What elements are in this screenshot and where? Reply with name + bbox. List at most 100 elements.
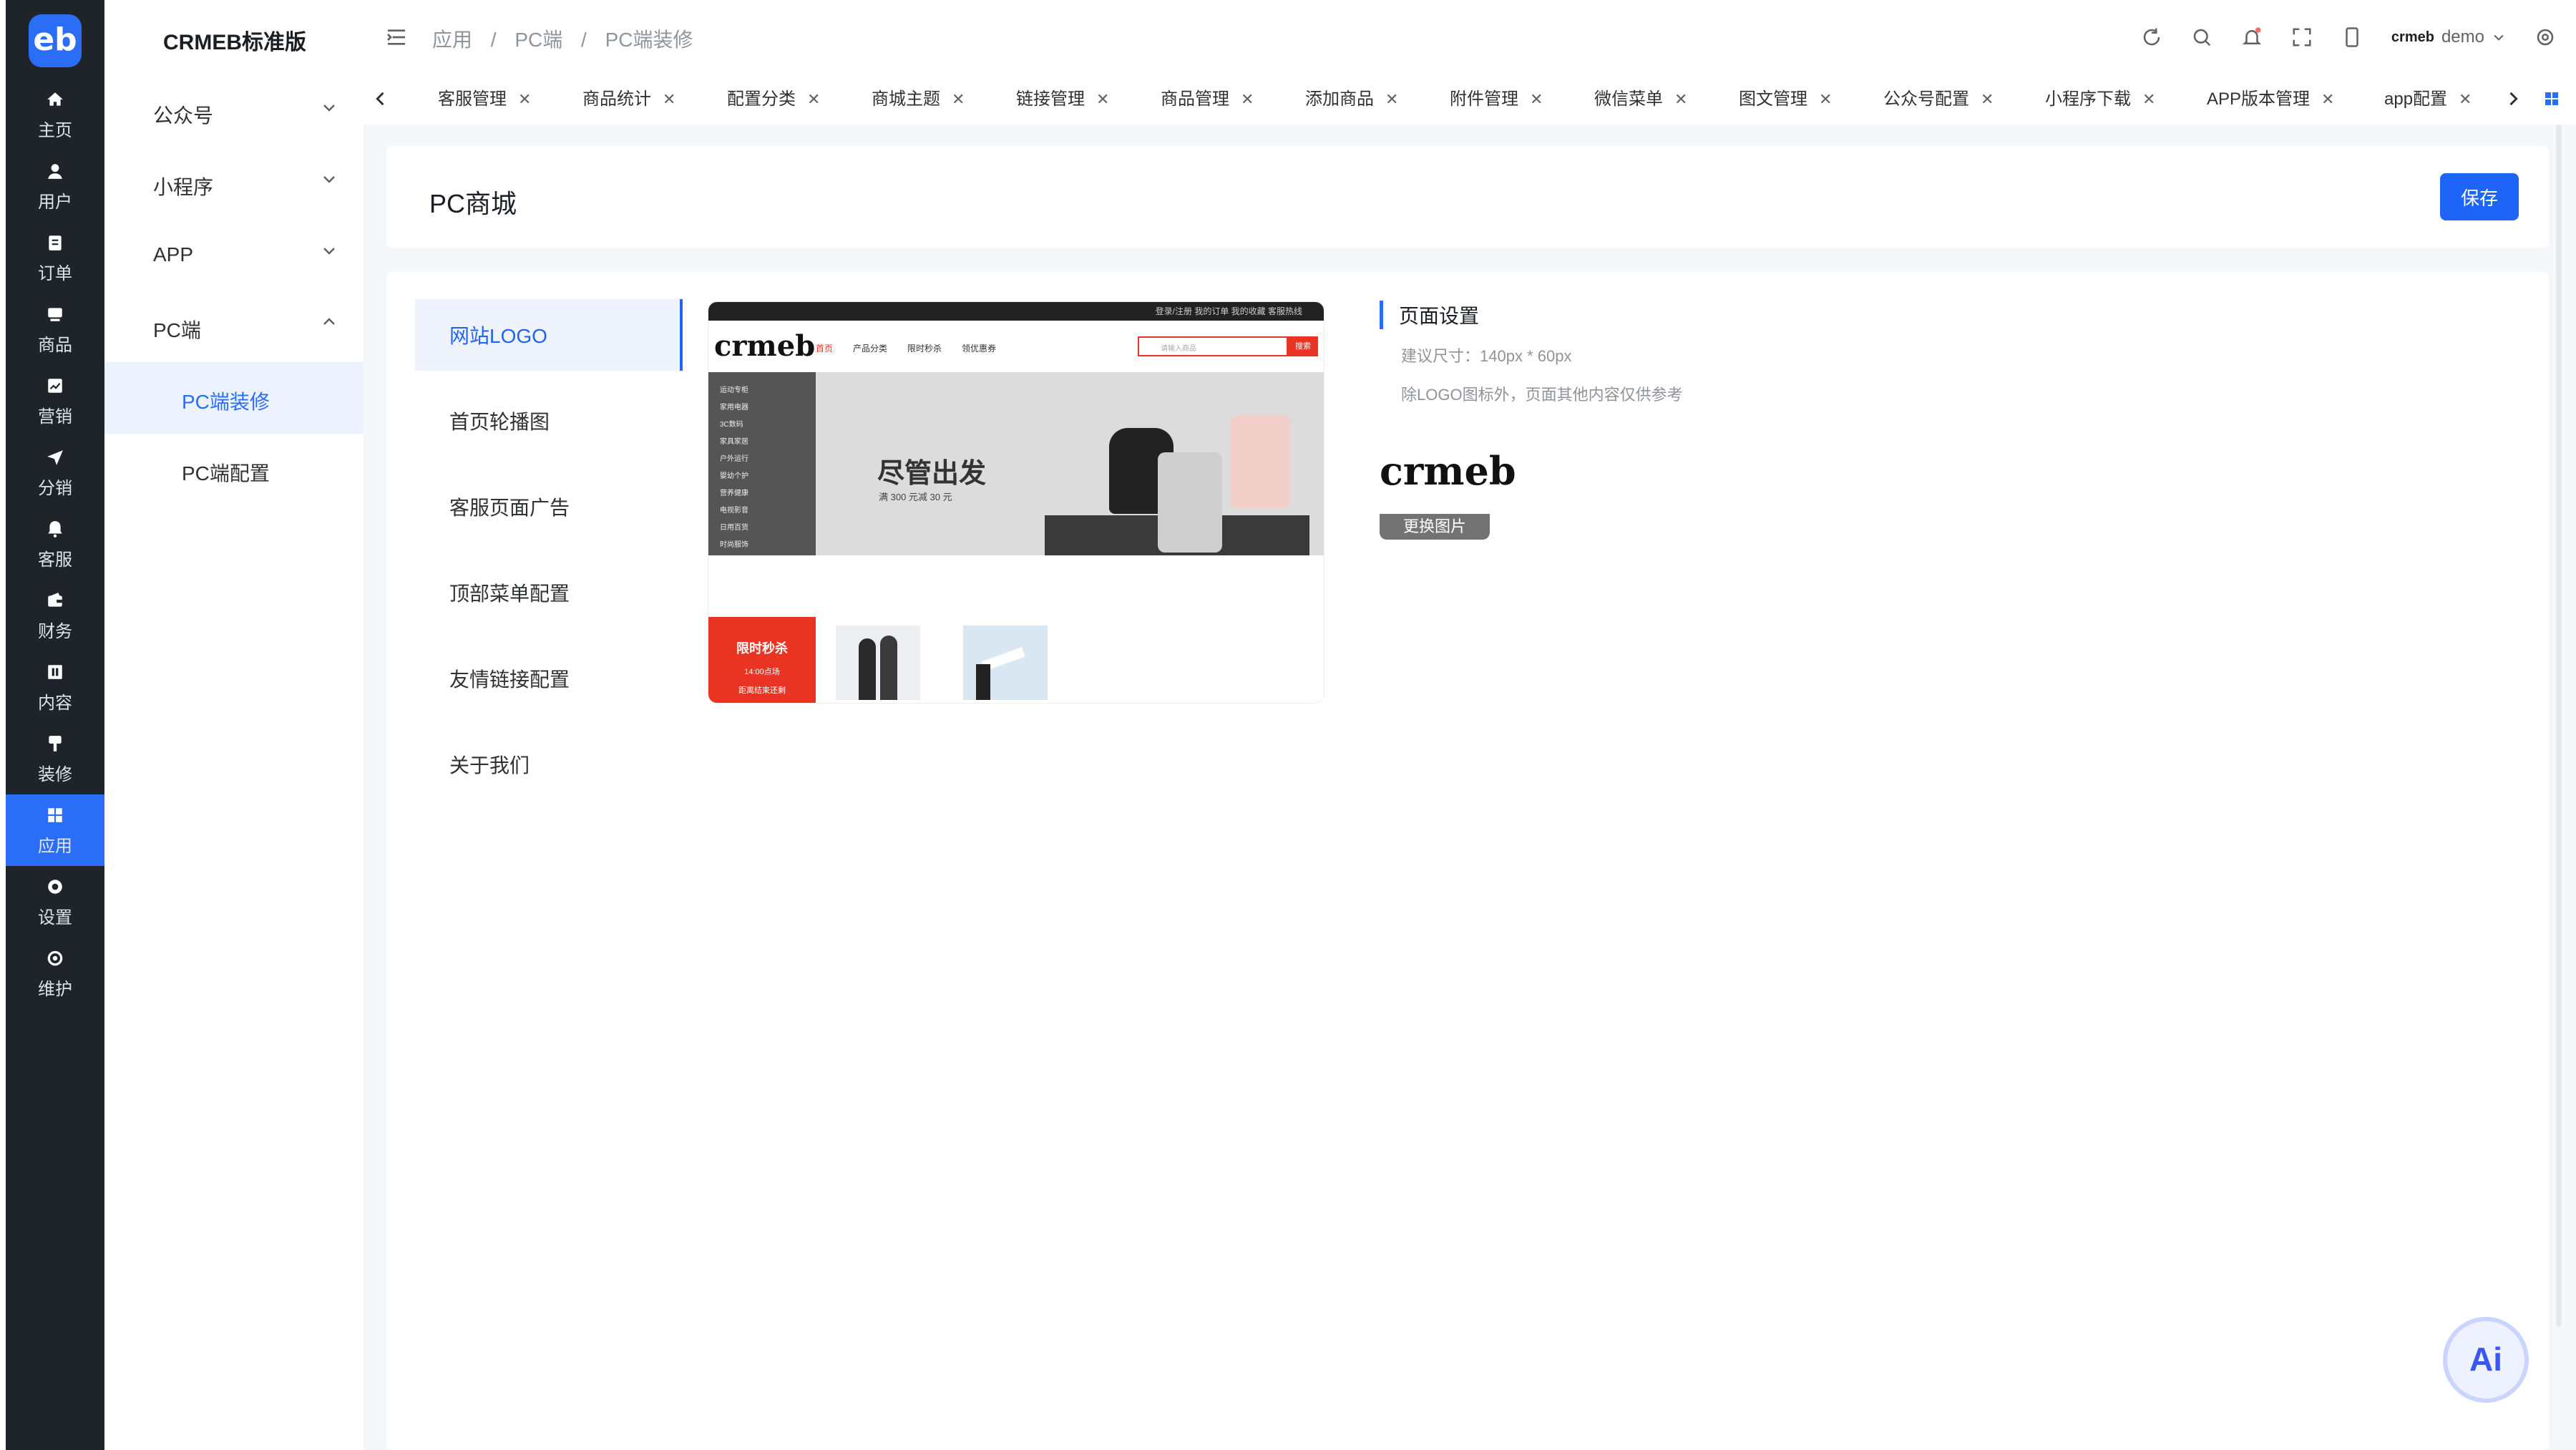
close-icon[interactable]: ✕ bbox=[1385, 90, 1398, 108]
section-website-logo[interactable]: 网站LOGO bbox=[415, 299, 683, 371]
save-button[interactable]: 保存 bbox=[2440, 173, 2519, 220]
brand-logo[interactable]: eb bbox=[29, 14, 82, 67]
logo-uploader[interactable]: crmeb 更换图片 bbox=[1380, 429, 1516, 540]
close-icon[interactable]: ✕ bbox=[952, 90, 965, 108]
tab-attachments[interactable]: 附件管理 ✕ bbox=[1450, 84, 1543, 115]
rail-maintenance[interactable]: 维护 bbox=[6, 938, 104, 1009]
app-title: CRMEB标准版 bbox=[163, 31, 306, 54]
finance-icon bbox=[48, 593, 62, 607]
bell-icon[interactable] bbox=[2241, 26, 2263, 48]
chevron-down-icon bbox=[323, 176, 335, 183]
service-icon bbox=[48, 521, 62, 537]
preview-banner-headline: 尽管出发 bbox=[877, 459, 987, 489]
menu-group-official-account[interactable]: 公众号 bbox=[104, 76, 364, 147]
page-title: PC商城 bbox=[429, 189, 517, 218]
close-icon[interactable]: ✕ bbox=[1241, 90, 1254, 108]
close-icon[interactable]: ✕ bbox=[1819, 90, 1832, 108]
tab-theme[interactable]: 商城主题 ✕ bbox=[872, 84, 965, 115]
menu-item-pc-config[interactable]: PC端配置 bbox=[104, 434, 364, 505]
close-icon[interactable]: ✕ bbox=[807, 90, 820, 108]
secondary-menu: CRMEB标准版 公众号 小程序 APP PC端 PC端装修 PC端配置 bbox=[104, 0, 364, 1450]
scrollbar[interactable] bbox=[2556, 125, 2562, 1327]
close-icon[interactable]: ✕ bbox=[1530, 90, 1543, 108]
chevron-down-icon bbox=[2494, 34, 2504, 41]
content-icon bbox=[48, 665, 62, 679]
chevron-left-icon[interactable] bbox=[371, 89, 391, 109]
close-icon[interactable]: ✕ bbox=[663, 90, 675, 108]
tab-bar: 客服管理 ✕ 商品统计 ✕ 配置分类 ✕ 商城主题 ✕ 链接管理 ✕ 商品管理 ✕ 添加商品… bbox=[364, 74, 2576, 125]
rail-finance[interactable]: 财务 bbox=[6, 580, 104, 651]
rail-apps[interactable]: 应用 bbox=[6, 794, 104, 866]
rail-product[interactable]: 商品 bbox=[6, 293, 104, 365]
rail-distribution[interactable]: 分销 bbox=[6, 437, 104, 508]
rail-content[interactable]: 内容 bbox=[6, 651, 104, 723]
tab-official-config[interactable]: 公众号配置 ✕ bbox=[1883, 84, 1994, 115]
replace-image-button[interactable]: 更换图片 bbox=[1380, 514, 1490, 540]
close-icon[interactable]: ✕ bbox=[1096, 90, 1109, 108]
settings-title: 页面设置 bbox=[1380, 301, 1479, 329]
breadcrumb: 应用 / PC端 / PC端装修 bbox=[432, 29, 693, 51]
menu-group-app[interactable]: APP bbox=[104, 219, 364, 291]
preview-product-thumb-2 bbox=[963, 626, 1048, 700]
menu-group-pc[interactable]: PC端 bbox=[104, 291, 364, 362]
tab-app-version[interactable]: APP版本管理 ✕ bbox=[2207, 84, 2334, 115]
rail-decorate[interactable]: 装修 bbox=[6, 723, 104, 794]
tab-add-product[interactable]: 添加商品 ✕ bbox=[1305, 84, 1398, 115]
tab-links[interactable]: 链接管理 ✕ bbox=[1016, 84, 1109, 115]
decorate-icon bbox=[49, 736, 62, 751]
close-icon[interactable]: ✕ bbox=[2142, 90, 2155, 108]
grid-icon[interactable] bbox=[2543, 90, 2560, 107]
gear-icon[interactable] bbox=[2534, 26, 2556, 48]
tab-config-category[interactable]: 配置分类 ✕ bbox=[727, 84, 820, 115]
breadcrumb-pc[interactable]: PC端 bbox=[514, 29, 562, 51]
section-friend-links[interactable]: 友情链接配置 bbox=[415, 643, 680, 714]
rail-marketing[interactable]: 营销 bbox=[6, 365, 104, 437]
rail-service[interactable]: 客服 bbox=[6, 508, 104, 580]
section-home-carousel[interactable]: 首页轮播图 bbox=[415, 385, 680, 457]
tab-mini-download[interactable]: 小程序下载 ✕ bbox=[2045, 84, 2155, 115]
tab-customer-service[interactable]: 客服管理 ✕ bbox=[438, 84, 531, 115]
close-icon[interactable]: ✕ bbox=[1981, 90, 1994, 108]
rail-order[interactable]: 订单 bbox=[6, 222, 104, 293]
fullscreen-icon[interactable] bbox=[2291, 26, 2313, 48]
rail-user[interactable]: 用户 bbox=[6, 150, 104, 222]
section-nav: 网站LOGO 首页轮播图 客服页面广告 顶部菜单配置 友情链接配置 关于我们 bbox=[415, 299, 683, 800]
order-icon bbox=[49, 235, 62, 250]
menu-group-mini-program[interactable]: 小程序 bbox=[104, 147, 364, 219]
refresh-icon[interactable] bbox=[2141, 26, 2162, 48]
tab-products[interactable]: 商品管理 ✕ bbox=[1161, 84, 1254, 115]
settings-note: 除LOGO图标外，页面其他内容仅供参考 bbox=[1401, 386, 1683, 404]
breadcrumb-apps[interactable]: 应用 bbox=[432, 29, 472, 51]
mobile-icon[interactable] bbox=[2341, 26, 2363, 48]
close-icon[interactable]: ✕ bbox=[2321, 90, 2334, 108]
user-menu[interactable]: crmeb demo bbox=[2391, 27, 2506, 47]
tab-articles[interactable]: 图文管理 ✕ bbox=[1739, 84, 1832, 115]
main-nav-rail: eb 主页 用户 订单 商品 营销 分销 客服 财务 内容 装修 应用 设置 维… bbox=[6, 0, 104, 1450]
section-service-ad[interactable]: 客服页面广告 bbox=[415, 471, 680, 542]
maintenance-icon bbox=[47, 950, 63, 966]
apps-icon bbox=[48, 808, 62, 822]
top-header: 应用 / PC端 / PC端装修 crmeb demo bbox=[364, 0, 2576, 75]
section-about-us[interactable]: 关于我们 bbox=[415, 729, 680, 800]
chevron-down-icon bbox=[323, 248, 335, 255]
menu-item-pc-decorate[interactable]: PC端装修 bbox=[104, 362, 364, 434]
preview-banner-suitcase-silver bbox=[1158, 452, 1222, 553]
section-top-menu[interactable]: 顶部菜单配置 bbox=[415, 557, 680, 628]
menu-collapse-icon[interactable] bbox=[385, 26, 408, 49]
close-icon[interactable]: ✕ bbox=[2459, 90, 2472, 108]
tab-wechat-menu[interactable]: 微信菜单 ✕ bbox=[1594, 84, 1687, 115]
close-icon[interactable]: ✕ bbox=[518, 90, 531, 108]
chevron-down-icon bbox=[323, 104, 335, 112]
rail-settings[interactable]: 设置 bbox=[6, 866, 104, 938]
tab-product-stats[interactable]: 商品统计 ✕ bbox=[582, 84, 675, 115]
preview-category-list: 运动专柜 家用电器 3C数码 家具家居 户外运行 婴幼个护 营养健康 电视影音 日用百货 时尚服饰 bbox=[708, 372, 816, 555]
tab-app-config[interactable]: app配置 ✕ bbox=[2384, 84, 2472, 115]
ai-assistant-button[interactable]: Ai bbox=[2447, 1321, 2524, 1398]
chevron-right-icon[interactable] bbox=[2503, 89, 2523, 109]
rail-home[interactable]: 主页 bbox=[6, 79, 104, 150]
preview-flash-sale: 限时秒杀 14:00点场 距离结束还剩 bbox=[708, 617, 816, 703]
preview-search-button: 搜索 bbox=[1288, 336, 1318, 356]
search-icon[interactable] bbox=[2191, 26, 2212, 48]
page-header-card bbox=[386, 146, 2549, 248]
close-icon[interactable]: ✕ bbox=[1674, 90, 1687, 108]
